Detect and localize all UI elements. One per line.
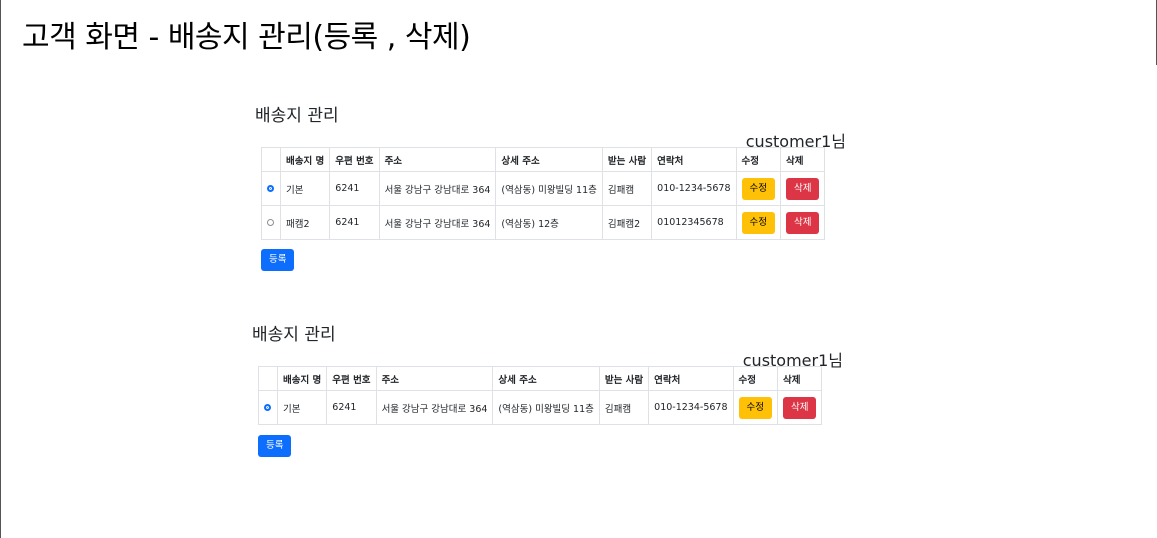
header-zip: 우편 번호 [326, 366, 377, 391]
header-edit: 수정 [732, 366, 779, 391]
header-select [261, 147, 281, 172]
cell-zip: 6241 [326, 390, 377, 425]
cell-receiver: 김패캠 [601, 171, 653, 206]
select-cell [258, 390, 278, 425]
cell-address: 서울 강남구 강남대로 364 [378, 171, 497, 206]
section-title: 배송지 관리 [252, 325, 336, 345]
cell-address: 서울 강남구 강남대로 364 [378, 205, 497, 240]
table-header-row: 배송지 명 우편 번호 주소 상세 주소 받는 사람 연락처 수정 삭제 [261, 147, 826, 172]
cell-detail: (역삼동) 미왕빌딩 11층 [495, 171, 603, 206]
select-cell [261, 205, 281, 240]
delete-button[interactable]: 삭제 [786, 177, 820, 200]
select-cell [261, 171, 281, 206]
cell-phone: 010-1234-5678 [651, 171, 737, 206]
cell-delete: 삭제 [779, 171, 826, 206]
cell-zip: 6241 [329, 171, 380, 206]
cell-delete: 삭제 [779, 205, 826, 240]
section-title: 배송지 관리 [255, 106, 339, 126]
cell-name: 기본 [279, 171, 331, 206]
cell-delete: 삭제 [776, 390, 823, 425]
cell-detail: (역삼동) 12층 [495, 205, 603, 240]
cell-phone: 01012345678 [651, 205, 737, 240]
cell-zip: 6241 [329, 205, 380, 240]
header-receiver: 받는 사람 [601, 147, 653, 172]
window-left-border [0, 0, 1, 538]
table-header-row: 배송지 명 우편 번호 주소 상세 주소 받는 사람 연락처 수정 삭제 [258, 366, 823, 391]
cell-receiver: 김패캠 [598, 390, 650, 425]
header-receiver: 받는 사람 [598, 366, 650, 391]
cell-edit: 수정 [732, 390, 779, 425]
address-radio[interactable] [267, 185, 274, 192]
address-radio[interactable] [264, 404, 271, 411]
edit-button[interactable]: 수정 [741, 177, 775, 200]
address-radio[interactable] [267, 219, 274, 226]
header-phone: 연락처 [648, 366, 734, 391]
header-delete: 삭제 [776, 366, 823, 391]
page-title: 고객 화면 - 배송지 관리(등록 , 삭제) [22, 20, 471, 55]
header-address: 주소 [375, 366, 494, 391]
cell-detail: (역삼동) 미왕빌딩 11층 [492, 390, 600, 425]
register-button[interactable]: 등록 [258, 435, 292, 457]
header-edit: 수정 [735, 147, 782, 172]
register-button[interactable]: 등록 [261, 249, 295, 271]
cell-name: 패캠2 [279, 205, 331, 240]
cell-name: 기본 [276, 390, 328, 425]
header-name: 배송지 명 [276, 366, 328, 391]
header-name: 배송지 명 [279, 147, 331, 172]
cell-receiver: 김패캠2 [601, 205, 653, 240]
cell-phone: 010-1234-5678 [648, 390, 734, 425]
table-row: 기본 6241 서울 강남구 강남대로 364 (역삼동) 미왕빌딩 11층 김… [261, 171, 826, 206]
address-table: 배송지 명 우편 번호 주소 상세 주소 받는 사람 연락처 수정 삭제 기본 … [261, 147, 826, 240]
edit-button[interactable]: 수정 [738, 396, 772, 419]
header-select [258, 366, 278, 391]
cell-edit: 수정 [735, 171, 782, 206]
header-zip: 우편 번호 [329, 147, 380, 172]
header-delete: 삭제 [779, 147, 826, 172]
table-row: 패캠2 6241 서울 강남구 강남대로 364 (역삼동) 12층 김패캠2 … [261, 205, 826, 240]
address-table: 배송지 명 우편 번호 주소 상세 주소 받는 사람 연락처 수정 삭제 기본 … [258, 366, 823, 425]
header-address: 주소 [378, 147, 497, 172]
cell-address: 서울 강남구 강남대로 364 [375, 390, 494, 425]
delete-button[interactable]: 삭제 [783, 396, 817, 419]
edit-button[interactable]: 수정 [741, 211, 775, 234]
address-section-2: 배송지 관리 customer1님 배송지 명 우편 번호 주소 상세 주소 받… [252, 320, 852, 460]
delete-button[interactable]: 삭제 [786, 211, 820, 234]
table-row: 기본 6241 서울 강남구 강남대로 364 (역삼동) 미왕빌딩 11층 김… [258, 390, 823, 425]
cell-edit: 수정 [735, 205, 782, 240]
header-phone: 연락처 [651, 147, 737, 172]
address-section-1: 배송지 관리 customer1님 배송지 명 우편 번호 주소 상세 주소 받… [255, 101, 855, 276]
header-detail: 상세 주소 [495, 147, 603, 172]
header-detail: 상세 주소 [492, 366, 600, 391]
